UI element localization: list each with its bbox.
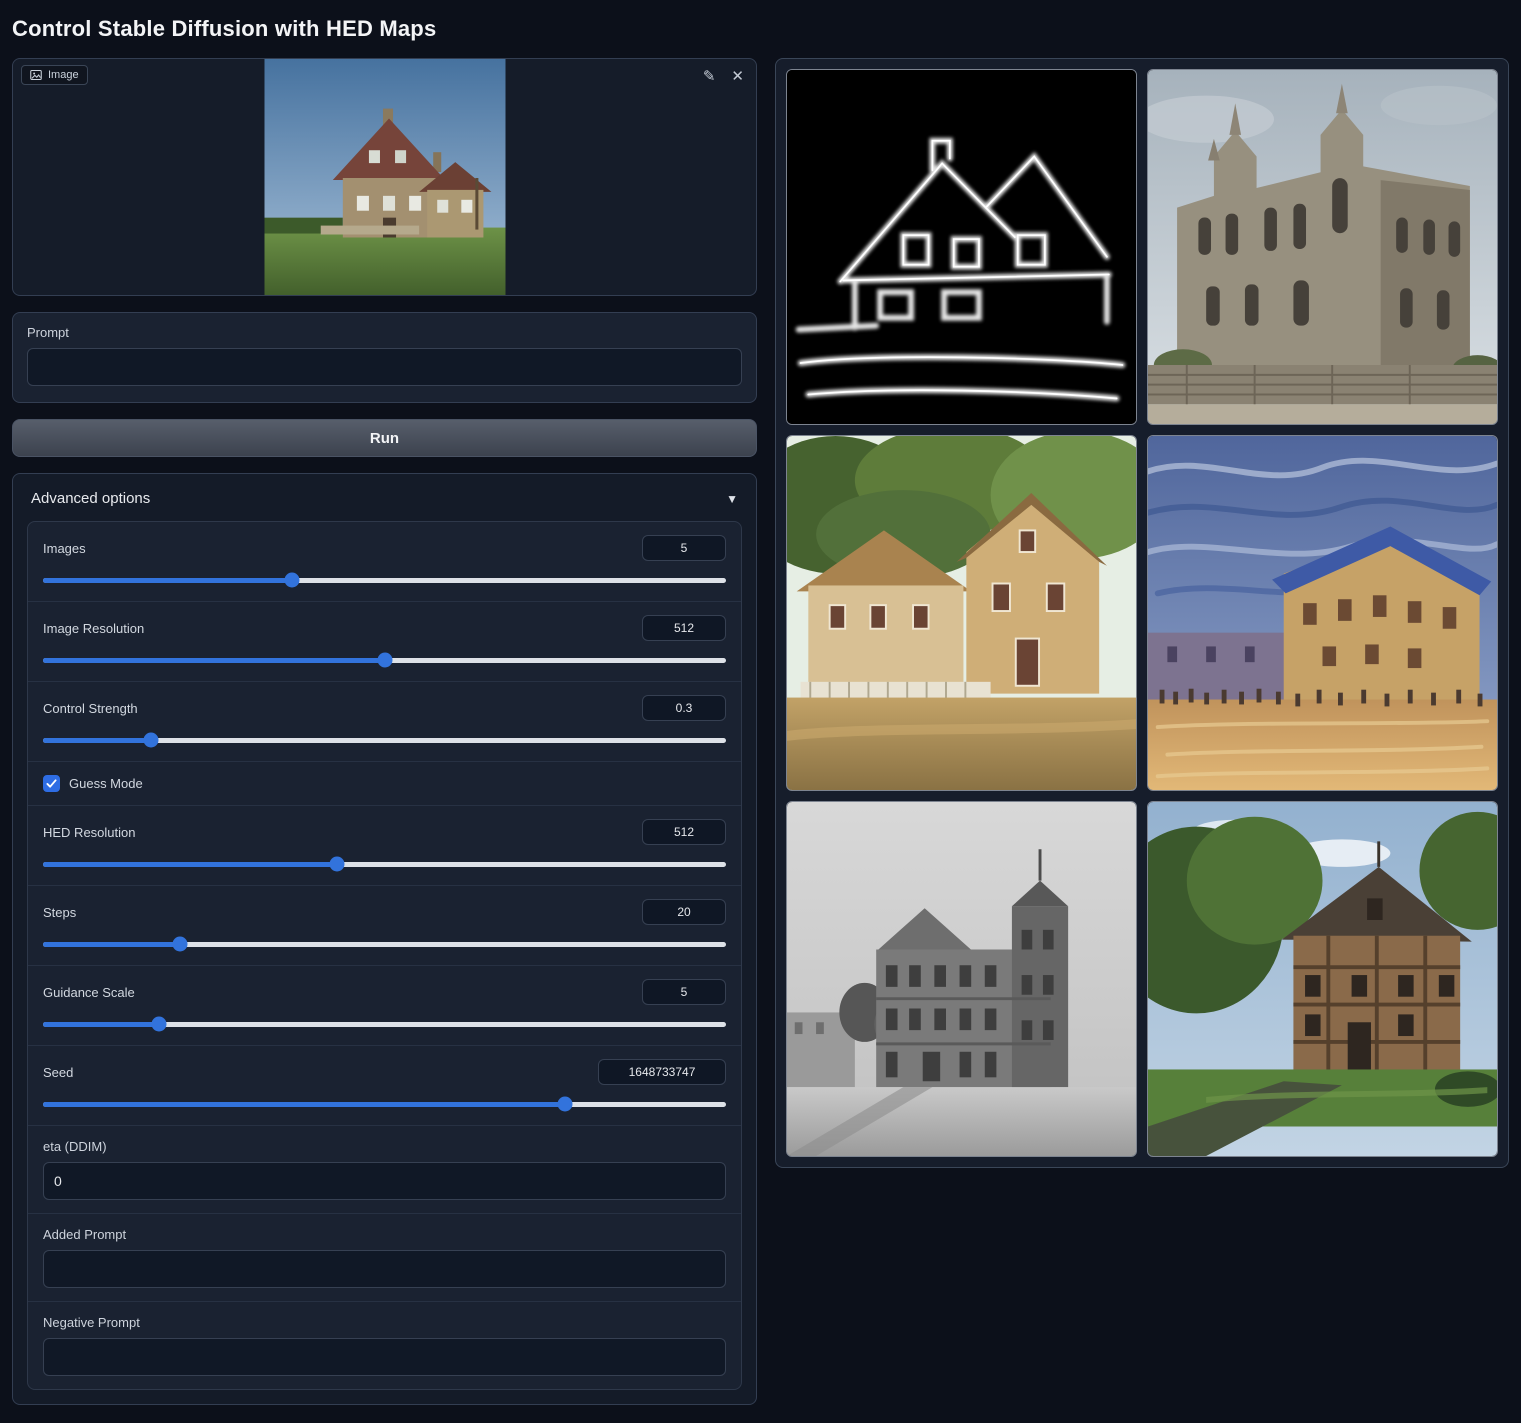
- slider-row-guidance-scale: Guidance Scale: [28, 966, 741, 1046]
- negative-prompt-label: Negative Prompt: [43, 1315, 726, 1330]
- slider-fill: [43, 862, 337, 867]
- eta-label: eta (DDIM): [43, 1139, 726, 1154]
- slider-fill: [43, 1102, 565, 1107]
- slider-fill: [43, 1022, 159, 1027]
- advanced-options-panel: Advanced options ▼ Images: [12, 473, 757, 1405]
- check-icon: [46, 778, 57, 789]
- slider-row-hed-resolution: HED Resolution: [28, 806, 741, 886]
- gallery-item-hed-map[interactable]: [786, 69, 1137, 425]
- seed-label: Seed: [43, 1065, 73, 1080]
- hed-resolution-slider[interactable]: [43, 856, 726, 872]
- slider-fill: [43, 578, 292, 583]
- slider-row-steps: Steps: [28, 886, 741, 966]
- painted-cottage-image: [787, 436, 1136, 790]
- clear-image-button[interactable]: ✕: [729, 67, 746, 86]
- advanced-form: Images Image Resolution: [27, 521, 742, 1390]
- guess-mode-checkbox[interactable]: [43, 775, 60, 792]
- steps-slider[interactable]: [43, 936, 726, 952]
- guidance-scale-label: Guidance Scale: [43, 985, 135, 1000]
- prompt-label: Prompt: [27, 325, 742, 340]
- slider-row-control-strength: Control Strength: [28, 682, 741, 762]
- guidance-scale-value-input[interactable]: [642, 979, 726, 1005]
- gallery-item-timber-house[interactable]: [1147, 801, 1498, 1157]
- guess-mode-label: Guess Mode: [69, 776, 143, 791]
- added-prompt-row: Added Prompt: [28, 1214, 741, 1302]
- slider-thumb[interactable]: [285, 573, 300, 588]
- guess-mode-row: Guess Mode: [28, 762, 741, 806]
- impressionist-image: [1148, 436, 1497, 790]
- image-upload[interactable]: Image ✎ ✕: [12, 58, 757, 296]
- gallery-item-painted-cottage[interactable]: [786, 435, 1137, 791]
- guidance-scale-slider[interactable]: [43, 1016, 726, 1032]
- timber-house-image: [1148, 802, 1497, 1156]
- images-slider[interactable]: [43, 572, 726, 588]
- hed-resolution-label: HED Resolution: [43, 825, 136, 840]
- image-resolution-slider[interactable]: [43, 652, 726, 668]
- seed-slider[interactable]: [43, 1096, 726, 1112]
- control-strength-value-input[interactable]: [642, 695, 726, 721]
- image-actions: ✎ ✕: [701, 67, 746, 86]
- seed-value-input[interactable]: [598, 1059, 726, 1085]
- output-gallery: [775, 58, 1509, 1168]
- slider-fill: [43, 738, 151, 743]
- images-value-input[interactable]: [642, 535, 726, 561]
- hed-edge-map-image: [787, 70, 1136, 424]
- steps-label: Steps: [43, 905, 76, 920]
- negative-prompt-row: Negative Prompt: [28, 1302, 741, 1389]
- grayscale-building-image: [787, 802, 1136, 1156]
- house-photo: [264, 59, 505, 295]
- slider-thumb[interactable]: [152, 1017, 167, 1032]
- slider-thumb[interactable]: [329, 857, 344, 872]
- controls-column: Image ✎ ✕: [12, 58, 757, 1405]
- gallery-item-cathedral[interactable]: [1147, 69, 1498, 425]
- eta-row: eta (DDIM): [28, 1126, 741, 1214]
- image-resolution-label: Image Resolution: [43, 621, 144, 636]
- slider-thumb[interactable]: [558, 1097, 573, 1112]
- slider-row-image-resolution: Image Resolution: [28, 602, 741, 682]
- negative-prompt-input[interactable]: [43, 1338, 726, 1376]
- slider-row-seed: Seed: [28, 1046, 741, 1126]
- advanced-options-accordion[interactable]: Advanced options ▼: [27, 488, 742, 521]
- image-resolution-value-input[interactable]: [642, 615, 726, 641]
- page-title: Control Stable Diffusion with HED Maps: [12, 16, 1509, 42]
- edit-image-button[interactable]: ✎: [701, 67, 718, 86]
- hed-resolution-value-input[interactable]: [642, 819, 726, 845]
- image-label-badge: Image: [21, 65, 88, 85]
- image-icon: [30, 69, 42, 81]
- control-strength-label: Control Strength: [43, 701, 138, 716]
- prompt-block: Prompt: [12, 312, 757, 403]
- images-label: Images: [43, 541, 86, 556]
- uploaded-house-image: [264, 59, 505, 295]
- image-label: Image: [48, 69, 79, 81]
- steps-value-input[interactable]: [642, 899, 726, 925]
- added-prompt-label: Added Prompt: [43, 1227, 726, 1242]
- slider-row-images: Images: [28, 522, 741, 602]
- slider-fill: [43, 658, 385, 663]
- cathedral-image: [1148, 70, 1497, 424]
- control-strength-slider[interactable]: [43, 732, 726, 748]
- chevron-down-icon: ▼: [726, 492, 738, 506]
- run-button[interactable]: Run: [12, 419, 757, 457]
- slider-fill: [43, 942, 180, 947]
- slider-thumb[interactable]: [172, 937, 187, 952]
- slider-thumb[interactable]: [377, 653, 392, 668]
- gallery-item-grayscale[interactable]: [786, 801, 1137, 1157]
- added-prompt-input[interactable]: [43, 1250, 726, 1288]
- eta-input[interactable]: [43, 1162, 726, 1200]
- main-layout: Image ✎ ✕: [12, 58, 1509, 1405]
- prompt-input[interactable]: [27, 348, 742, 386]
- advanced-options-label: Advanced options: [31, 490, 150, 507]
- gallery-item-impressionist[interactable]: [1147, 435, 1498, 791]
- slider-thumb[interactable]: [143, 733, 158, 748]
